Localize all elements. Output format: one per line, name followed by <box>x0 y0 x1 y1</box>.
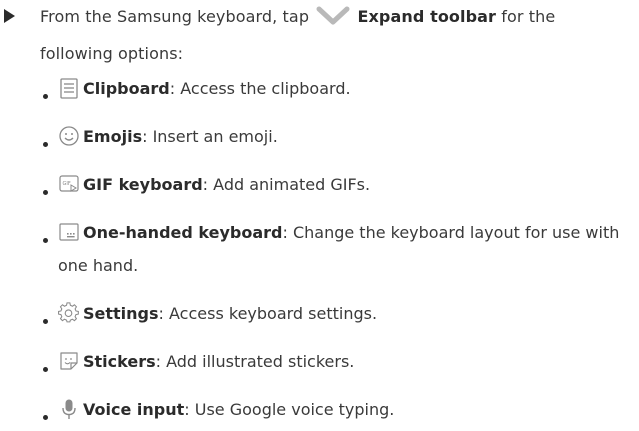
item-label: Clipboard <box>83 79 170 98</box>
list-item-clipboard: Clipboard: Access the clipboard. <box>43 72 633 105</box>
bullet-dot <box>43 142 48 147</box>
item-desc: : Insert an emoji. <box>142 127 278 146</box>
item-desc: : Add animated GIFs. <box>202 175 371 194</box>
item-desc: : Access the clipboard. <box>169 79 351 98</box>
list-item-one-handed-keyboard: One-handed keyboard: Change the keyboard… <box>43 216 633 282</box>
emoji-icon <box>58 125 80 147</box>
bullet-dot <box>43 367 48 372</box>
item-desc: : Use Google voice typing. <box>184 400 395 419</box>
expand-toolbar-label: Expand toolbar <box>357 7 497 26</box>
bullet-dot <box>43 415 48 420</box>
item-label: Stickers <box>83 352 156 371</box>
bullet-dot <box>43 190 48 195</box>
item-desc: : Access keyboard settings. <box>158 304 378 323</box>
list-item-stickers: Stickers: Add illustrated stickers. <box>43 345 633 378</box>
microphone-icon <box>58 398 80 420</box>
item-label: GIF keyboard <box>83 175 203 194</box>
one-handed-keyboard-icon <box>58 221 80 243</box>
item-desc: : Add illustrated stickers. <box>155 352 355 371</box>
item-label: Voice input <box>83 400 185 419</box>
intro-prefix: From the Samsung keyboard, tap <box>40 7 310 26</box>
gif-icon: GIF <box>58 173 80 195</box>
bullet-dot <box>43 94 48 99</box>
item-label: Emojis <box>83 127 143 146</box>
main-bullet-arrow <box>4 9 15 23</box>
clipboard-icon <box>58 77 80 99</box>
bullet-dot <box>43 319 48 324</box>
chevron-down-icon <box>316 4 350 37</box>
item-label: Settings <box>83 304 159 323</box>
list-item-settings: Settings: Access keyboard settings. <box>43 297 633 330</box>
svg-text:GIF: GIF <box>63 181 71 187</box>
item-label: One-handed keyboard <box>83 223 283 242</box>
list-item-voice-input: Voice input: Use Google voice typing. <box>43 393 633 426</box>
bullet-dot <box>43 238 48 243</box>
intro-paragraph: From the Samsung keyboard, tap Expand to… <box>40 0 630 70</box>
list-item-emojis: Emojis: Insert an emoji. <box>43 120 633 153</box>
settings-gear-icon <box>58 302 80 324</box>
sticker-icon <box>58 350 80 372</box>
list-item-gif-keyboard: GIF GIF keyboard: Add animated GIFs. <box>43 168 633 201</box>
